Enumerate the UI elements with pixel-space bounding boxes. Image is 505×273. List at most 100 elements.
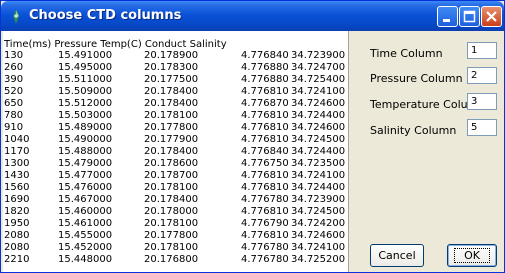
table-cell: 20.178400 [144, 98, 199, 109]
table-cell: 15.477000 [58, 170, 113, 181]
salinity-column-input[interactable] [467, 119, 497, 136]
table-cell: 15.461000 [58, 218, 113, 229]
table-cell: 20.178400 [144, 86, 199, 97]
table-cell: 34.723900 [291, 50, 346, 61]
table-cell: 390 [4, 74, 24, 85]
table-row: 1300 15.479000 20.178600 4.776750 34.723500 [3, 158, 348, 169]
cancel-button[interactable]: Cancel [370, 244, 424, 267]
table-cell: 20.178400 [144, 194, 199, 205]
table-cell: 910 [4, 122, 24, 133]
maximize-button[interactable] [459, 6, 480, 27]
table-cell: 15.448000 [58, 254, 113, 265]
table-cell: 130 [4, 50, 24, 61]
table-cell: 20.177500 [144, 74, 199, 85]
table-row: 1690 15.467000 20.178400 4.776780 34.723900 [3, 194, 348, 205]
table-cell: 780 [4, 110, 24, 121]
table-cell: 34.724100 [291, 242, 346, 253]
table-cell: 520 [4, 86, 24, 97]
table-row: 910 15.489000 20.177800 4.776810 34.724600 [3, 122, 348, 133]
table-cell: 34.724100 [291, 86, 346, 97]
window-title: Choose CTD columns [29, 8, 182, 23]
app-icon [13, 10, 19, 24]
column-header-line: Time(ms) Pressure Temp(C) Conduct Salini… [4, 39, 227, 50]
table-cell: 20.178100 [144, 218, 199, 229]
table-cell: 34.724500 [291, 206, 346, 217]
table-cell: 4.776810 [241, 134, 289, 145]
table-row: 650 15.512000 20.178400 4.776870 34.724600 [3, 98, 348, 109]
table-cell: 1560 [4, 182, 30, 193]
table-row: 1040 15.490000 20.177900 4.776810 34.724500 [3, 134, 348, 145]
salinity-column-label: Salinity Column [370, 124, 457, 137]
table-cell: 34.724400 [291, 182, 346, 193]
table-cell: 34.724600 [291, 98, 346, 109]
table-cell: 4.776810 [241, 122, 289, 133]
table-cell: 34.725400 [291, 74, 346, 85]
table-row: 1170 15.488000 20.178400 4.776840 34.724400 [3, 146, 348, 157]
table-cell: 15.503000 [58, 110, 113, 121]
close-button[interactable] [481, 6, 502, 27]
table-cell: 20.178100 [144, 110, 199, 121]
table-cell: 4.776880 [241, 62, 289, 73]
table-cell: 4.776780 [241, 194, 289, 205]
table-row: 260 15.495000 20.178300 4.776880 34.724700 [3, 62, 348, 73]
table-cell: 20.178000 [144, 206, 199, 217]
ok-button-label: OK [454, 247, 490, 263]
table-row: 1430 15.477000 20.178700 4.776810 34.724100 [3, 170, 348, 181]
table-row: 130 15.491000 20.178900 4.776840 34.723900 [3, 50, 348, 61]
table-cell: 1040 [4, 134, 30, 145]
table-cell: 20.178100 [144, 182, 199, 193]
time-column-label: Time Column [370, 47, 443, 60]
table-cell: 15.452000 [58, 242, 113, 253]
table-cell: 4.776870 [241, 98, 289, 109]
table-cell: 260 [4, 62, 24, 73]
table-row: 2210 15.448000 20.176800 4.776780 34.725200 [3, 254, 348, 265]
table-cell: 34.724600 [291, 230, 346, 241]
table-cell: 4.776810 [241, 230, 289, 241]
table-cell: 4.776840 [241, 146, 289, 157]
table-cell: 1170 [4, 146, 30, 157]
pressure-column-input[interactable] [467, 67, 497, 84]
table-cell: 34.724400 [291, 146, 346, 157]
table-cell: 2080 [4, 242, 30, 253]
temperature-column-input[interactable] [467, 93, 497, 110]
title-bar[interactable]: Choose CTD columns [1, 1, 504, 31]
minimize-button[interactable] [437, 6, 458, 27]
table-row: 390 15.511000 20.177500 4.776880 34.725400 [3, 74, 348, 85]
table-cell: 34.724700 [291, 62, 346, 73]
table-cell: 20.177800 [144, 122, 199, 133]
table-cell: 15.476000 [58, 182, 113, 193]
table-row: 1820 15.460000 20.178000 4.776810 34.724500 [3, 206, 348, 217]
table-cell: 15.455000 [58, 230, 113, 241]
table-cell: 15.460000 [58, 206, 113, 217]
table-cell: 34.725200 [291, 254, 346, 265]
table-cell: 15.467000 [58, 194, 113, 205]
table-cell: 15.490000 [58, 134, 113, 145]
table-cell: 4.776810 [241, 206, 289, 217]
table-cell: 2080 [4, 230, 30, 241]
table-cell: 20.176800 [144, 254, 199, 265]
table-row: 1950 15.461000 20.178100 4.776790 34.724200 [3, 218, 348, 229]
table-cell: 4.776780 [241, 242, 289, 253]
ok-button[interactable]: OK [447, 244, 497, 267]
table-cell: 4.776840 [241, 50, 289, 61]
table-cell: 20.178900 [144, 50, 199, 61]
table-cell: 4.776790 [241, 218, 289, 229]
time-column-input[interactable] [467, 42, 497, 59]
table-cell: 4.776750 [241, 158, 289, 169]
table-cell: 4.776810 [241, 110, 289, 121]
table-cell: 15.512000 [58, 98, 113, 109]
table-cell: 34.724400 [291, 110, 346, 121]
table-cell: 650 [4, 98, 24, 109]
table-cell: 20.178300 [144, 62, 199, 73]
data-preview-list[interactable]: Time(ms) Pressure Temp(C) Conduct Salini… [3, 31, 349, 272]
table-cell: 34.724200 [291, 218, 346, 229]
table-cell: 15.489000 [58, 122, 113, 133]
table-cell: 15.488000 [58, 146, 113, 157]
table-cell: 15.479000 [58, 158, 113, 169]
table-cell: 1300 [4, 158, 30, 169]
table-cell: 20.178100 [144, 242, 199, 253]
table-cell: 34.724600 [291, 122, 346, 133]
table-cell: 1820 [4, 206, 30, 217]
table-cell: 15.509000 [58, 86, 113, 97]
table-cell: 4.776810 [241, 86, 289, 97]
